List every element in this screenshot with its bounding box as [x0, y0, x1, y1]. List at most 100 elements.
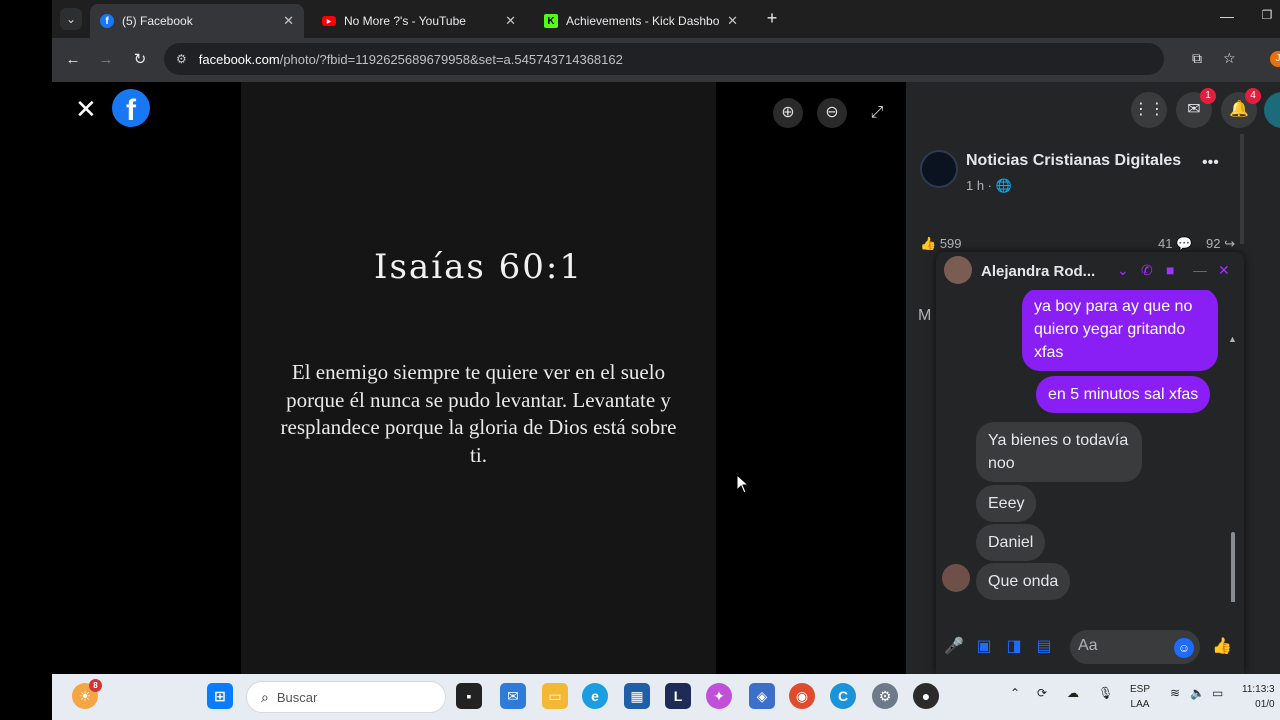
- tab-facebook[interactable]: f (5) Facebook ✕: [90, 4, 304, 38]
- install-app-icon[interactable]: ⧉: [1192, 50, 1202, 67]
- reload-icon[interactable]: ↻: [129, 49, 151, 71]
- tab-search-chevron-icon[interactable]: ⌄: [60, 8, 82, 30]
- hidden-section-letter: M: [918, 307, 932, 324]
- tab-kick[interactable]: K Achievements - Kick Dashboard ✕: [534, 4, 748, 38]
- share-count[interactable]: 92 ↪: [1206, 236, 1235, 250]
- chat-scrollbar[interactable]: [1231, 532, 1235, 602]
- tray-expand-icon[interactable]: ⌃: [1010, 686, 1020, 700]
- taskbar-clock[interactable]: 11:13:3 01/0: [1242, 682, 1275, 712]
- photo-viewer: ✕ f Isaías 60:1 El enemigo siempre te qu…: [52, 82, 906, 674]
- reaction-count[interactable]: 599: [940, 236, 962, 250]
- message-outgoing[interactable]: ya boy para ay que no quiero yegar grita…: [1022, 290, 1218, 371]
- app-l-icon[interactable]: L: [665, 683, 691, 709]
- weather-widget-icon[interactable]: ☀ 8: [72, 679, 102, 709]
- windows-start-icon[interactable]: ⊞: [207, 683, 233, 709]
- chat-composer: 🎤 ▣ ◨ ▤ Aa ☺ 👍: [936, 624, 1244, 670]
- store-icon[interactable]: ▦: [624, 683, 650, 709]
- more-options-icon[interactable]: •••: [1202, 154, 1219, 172]
- gif-icon[interactable]: ▤: [1034, 637, 1054, 657]
- file-explorer-icon[interactable]: ▭: [542, 683, 568, 709]
- copilot-icon[interactable]: ✦: [706, 683, 732, 709]
- back-arrow-icon[interactable]: ←: [62, 49, 84, 71]
- minimize-window-icon[interactable]: —: [1216, 8, 1238, 30]
- account-avatar[interactable]: [1264, 92, 1280, 128]
- message-incoming[interactable]: Eeey: [976, 485, 1037, 522]
- close-tab-icon[interactable]: ✕: [727, 13, 738, 29]
- browser-window-chrome: ⌄ f (5) Facebook ✕ ▶ No More ?'s - YouTu…: [52, 0, 1280, 82]
- minimize-chat-icon[interactable]: —: [1193, 262, 1207, 278]
- profile-avatar[interactable]: J: [1270, 51, 1280, 67]
- video-call-icon[interactable]: ■: [1166, 262, 1174, 278]
- messenger-chat-window: Alejandra Rod... ⌄ ✆ ■ — ✕ ya boy para a…: [936, 252, 1244, 674]
- scroll-up-icon[interactable]: ▲: [1228, 334, 1237, 344]
- new-tab-button[interactable]: +: [761, 7, 783, 29]
- messenger-icon[interactable]: ✉ 1: [1176, 88, 1216, 128]
- fullscreen-icon[interactable]: ⤢: [862, 98, 892, 128]
- chrome-icon[interactable]: ◉: [789, 683, 815, 709]
- message-incoming[interactable]: Que onda: [976, 563, 1071, 600]
- sidebar-scrollbar[interactable]: [1240, 134, 1244, 244]
- tray-mic-icon[interactable]: 🎙: [1098, 686, 1113, 700]
- comment-count[interactable]: 41 💬: [1158, 236, 1192, 250]
- bookmark-star-icon[interactable]: ☆: [1223, 50, 1236, 67]
- facebook-top-icons: ⋮⋮ ✉ 1 🔔 4: [906, 82, 1280, 134]
- like-thumb-icon[interactable]: 👍: [1212, 637, 1232, 657]
- close-tab-icon[interactable]: ✕: [283, 13, 294, 29]
- taskbar-search[interactable]: ⌕ Buscar: [246, 681, 446, 713]
- chevron-down-icon[interactable]: ⌄: [1117, 262, 1129, 279]
- edge-browser-icon[interactable]: e: [582, 683, 608, 709]
- menu-grid-icon[interactable]: ⋮⋮: [1131, 92, 1167, 128]
- notifications-bell-icon[interactable]: 🔔 4: [1221, 88, 1261, 128]
- message-outgoing[interactable]: en 5 minutos sal xfas: [1036, 376, 1211, 413]
- verse-title: Isaías 60:1: [374, 247, 583, 287]
- battery-icon[interactable]: ▭: [1212, 686, 1223, 700]
- site-info-icon[interactable]: ⚙: [176, 52, 187, 66]
- tab-strip: ⌄ f (5) Facebook ✕ ▶ No More ?'s - YouTu…: [52, 0, 1280, 38]
- zoom-out-icon[interactable]: ⊖: [817, 98, 847, 128]
- message-incoming[interactable]: Daniel: [976, 524, 1046, 561]
- input-language[interactable]: ESP LAA: [1130, 682, 1150, 712]
- sticker-icon[interactable]: ◨: [1004, 637, 1024, 657]
- facebook-icon: f: [100, 14, 114, 28]
- phone-call-icon[interactable]: ✆: [1141, 262, 1153, 279]
- zoom-in-icon[interactable]: ⊕: [773, 98, 803, 128]
- address-bar[interactable]: ⚙ facebook.com/photo/?fbid=1192625689679…: [164, 43, 1164, 75]
- app-icon[interactable]: ◈: [749, 683, 775, 709]
- search-placeholder: Buscar: [276, 689, 318, 705]
- photo-image: Isaías 60:1 El enemigo siempre te quiere…: [241, 82, 716, 674]
- mail-icon[interactable]: ✉: [500, 683, 526, 709]
- chat-header[interactable]: Alejandra Rod... ⌄ ✆ ■ — ✕: [936, 252, 1244, 290]
- notifications-badge: 4: [1245, 88, 1261, 104]
- facebook-logo-icon[interactable]: f: [112, 89, 150, 127]
- volume-icon[interactable]: 🔈: [1190, 686, 1205, 700]
- restore-window-icon[interactable]: ❐: [1256, 8, 1278, 30]
- forward-arrow-icon[interactable]: →: [95, 49, 117, 71]
- browser-app-icon[interactable]: C: [830, 683, 856, 709]
- recording-app-icon[interactable]: ●: [913, 683, 939, 709]
- close-icon[interactable]: ✕: [75, 95, 97, 123]
- page-name[interactable]: Noticias Cristianas Digitales: [966, 152, 1206, 170]
- avatar[interactable]: [944, 256, 972, 284]
- url-text: facebook.com/photo/?fbid=119262568967995…: [198, 51, 623, 67]
- tray-cloud-icon[interactable]: ☁: [1067, 686, 1079, 700]
- page-avatar[interactable]: [920, 150, 958, 188]
- chat-contact-name[interactable]: Alejandra Rod...: [981, 263, 1095, 280]
- task-view-icon[interactable]: ▪: [456, 683, 482, 709]
- tab-youtube[interactable]: ▶ No More ?'s - YouTube ✕: [312, 4, 526, 38]
- browser-toolbar: ← → ↻ ⚙ facebook.com/photo/?fbid=1192625…: [52, 38, 1280, 82]
- microphone-icon[interactable]: 🎤: [944, 637, 964, 657]
- kick-icon: K: [544, 14, 558, 28]
- close-tab-icon[interactable]: ✕: [505, 13, 516, 29]
- tab-title: (5) Facebook: [122, 14, 193, 28]
- wifi-icon[interactable]: ≋: [1170, 686, 1180, 700]
- taskbar: ☀ 8 ⊞ ⌕ Buscar ▪ ✉ ▭ e ▦ L ✦ ◈ ◉ C ⚙ ● ⌃…: [52, 674, 1280, 720]
- messenger-badge: 1: [1200, 88, 1216, 104]
- chat-messages: ya boy para ay que no quiero yegar grita…: [936, 290, 1244, 602]
- mouse-cursor-icon: [736, 474, 750, 494]
- close-chat-icon[interactable]: ✕: [1218, 262, 1230, 279]
- tray-sync-icon[interactable]: ⟳: [1037, 686, 1047, 700]
- message-incoming[interactable]: Ya bienes o todavía noo: [976, 422, 1142, 482]
- settings-gear-icon[interactable]: ⚙: [872, 683, 898, 709]
- photo-attach-icon[interactable]: ▣: [974, 637, 994, 657]
- emoji-icon[interactable]: ☺: [1174, 638, 1194, 658]
